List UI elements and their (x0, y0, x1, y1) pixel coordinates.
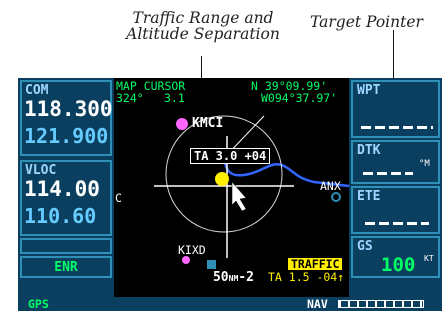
gs-unit: KT (424, 254, 434, 263)
gs-label: GS (357, 239, 373, 254)
vloc-label: VLOC (25, 163, 57, 178)
map-range: 50NM-2 (166, 260, 254, 297)
ete-label: ETE (357, 189, 381, 204)
gps-mode-label: GPS (28, 297, 49, 311)
traffic-range-callout-line1: Traffic Range and (132, 9, 274, 27)
vor-anx-marker (331, 192, 341, 202)
airport-kixd-label: KIXD (178, 243, 206, 257)
com-standby-frequency[interactable]: 121.900 (24, 124, 108, 148)
com-box[interactable]: COM 118.300 121.900 (20, 80, 113, 156)
cursor-bearing: 324° (116, 91, 144, 105)
com-active-frequency[interactable]: 118.300 (24, 97, 113, 121)
cursor-distance: 3.1 (164, 91, 185, 105)
dtk-label: DTK (357, 143, 381, 158)
bottom-bar: GPS NAV (18, 297, 442, 311)
traffic-banner: TRAFFIC (288, 258, 343, 270)
traffic-range-callout-line2: Altitude Separation (126, 25, 280, 43)
map-edge-label: C (115, 191, 122, 205)
wpt-label: WPT (357, 83, 381, 98)
cursor-longitude: W094°37.97' (261, 91, 338, 105)
gs-value: 100 (381, 254, 416, 276)
com-label: COM (25, 83, 49, 98)
wpt-value-dashes (361, 126, 433, 129)
dtk-box[interactable]: DTK °M (351, 140, 440, 184)
airport-kmci-marker (176, 118, 188, 130)
blank-box-1 (20, 238, 112, 254)
airport-kmci-label: KMCI (192, 116, 224, 131)
traffic-tag: TA 3.0 +04 (190, 148, 271, 164)
nav-mode-label: NAV (307, 297, 328, 311)
gps-screen: COM 118.300 121.900 VLOC 114.00 110.60 E… (18, 78, 442, 311)
page-indicator (338, 300, 424, 308)
mode-label: ENR (54, 260, 78, 275)
dtk-value-dashes (363, 172, 413, 175)
mode-box: ENR (20, 256, 112, 278)
target-pointer-callout: Target Pointer (310, 13, 423, 31)
vloc-standby-frequency[interactable]: 110.60 (24, 204, 96, 228)
ete-box[interactable]: ETE (351, 186, 440, 234)
vloc-active-frequency[interactable]: 114.00 (24, 177, 100, 201)
map-range-unit: NM (228, 274, 239, 283)
left-panel: COM 118.300 121.900 VLOC 114.00 110.60 E… (18, 78, 114, 311)
traffic-range-callout: Traffic Range and Altitude Separation (108, 10, 298, 42)
ete-value-dashes (365, 222, 429, 225)
map-view[interactable]: MAP CURSOR 324° 3.1 N 39°09.99' W094°37.… (114, 78, 349, 311)
traffic-target (215, 172, 229, 186)
vor-anx-label: ANX (320, 179, 341, 193)
vloc-box[interactable]: VLOC 114.00 110.60 (20, 160, 112, 236)
dtk-unit: °M (419, 159, 430, 169)
map-range-suffix: -2 (238, 270, 254, 285)
right-panel: WPT DTK °M ETE GS 100 KT (349, 78, 442, 311)
wpt-box[interactable]: WPT (351, 80, 440, 138)
traffic-info: TA 1.5 -04↑ (268, 270, 345, 284)
map-range-value: 50 (212, 270, 229, 285)
gs-box[interactable]: GS 100 KT (351, 236, 440, 278)
